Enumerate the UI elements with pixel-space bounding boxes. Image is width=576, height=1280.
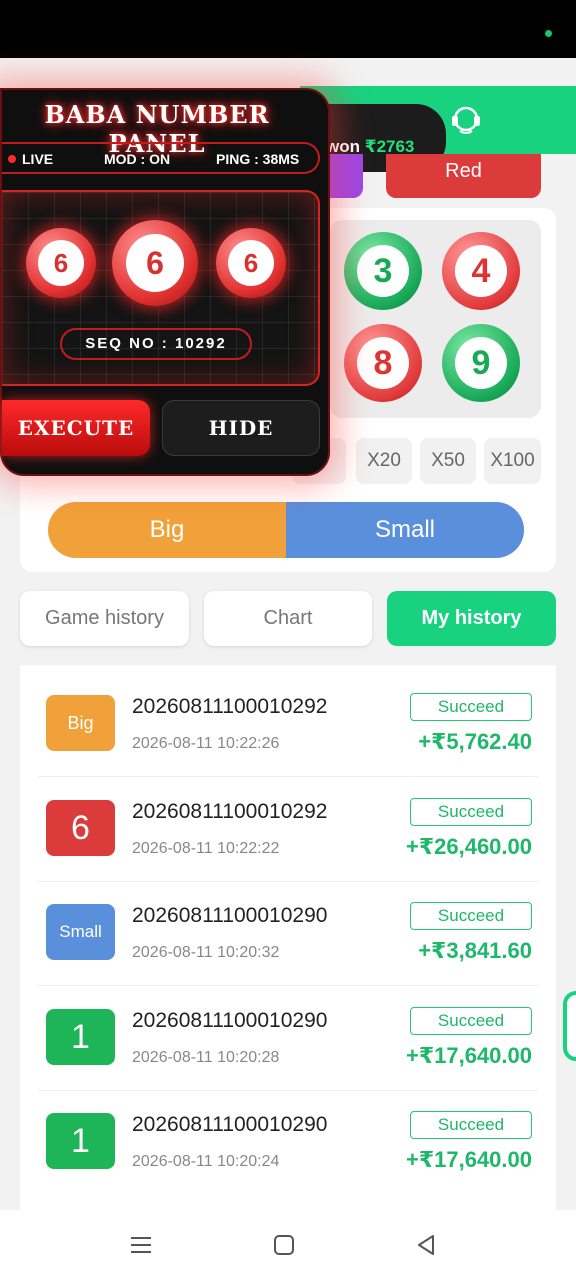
history-row[interactable]: Small 20260811100010290 2026-08-11 10:20… [38, 882, 538, 986]
mod-status: MOD : ON [104, 151, 171, 167]
ping-status: PING : 38MS [216, 151, 300, 167]
sequence-number: SEQ NO : 10292 [60, 328, 252, 360]
prediction-ball: 6 [26, 228, 96, 298]
floating-action-button[interactable] [563, 991, 576, 1061]
number-ball-3[interactable]: 3 [344, 232, 422, 310]
multiplier-x100[interactable]: X100 [484, 438, 541, 484]
period-number: 20260811100010292 [132, 695, 328, 718]
prediction-number: 6 [126, 234, 184, 292]
execute-button[interactable]: EXECUTE [2, 400, 150, 456]
bet-time: 2026-08-11 10:20:28 [132, 1049, 280, 1066]
prediction-number: 6 [228, 240, 274, 286]
back-icon[interactable] [411, 1230, 441, 1260]
system-navigation-bar [0, 1210, 576, 1280]
win-amount: +₹17,640.00 [405, 1043, 532, 1068]
live-label: LIVE [22, 151, 54, 167]
number-ball-4[interactable]: 4 [442, 232, 520, 310]
history-row[interactable]: 1 20260811100010290 2026-08-11 10:20:28 … [38, 987, 538, 1091]
ball-number: 3 [357, 245, 409, 297]
ball-number: 9 [455, 337, 507, 389]
number-ball-8[interactable]: 8 [344, 324, 422, 402]
small-button[interactable]: Small [286, 502, 524, 558]
multiplier-x20[interactable]: X20 [356, 438, 412, 484]
menu-icon[interactable] [126, 1230, 156, 1260]
status-badge: Succeed [410, 1111, 532, 1139]
result-badge: Big [46, 695, 115, 751]
number-ball-9[interactable]: 9 [442, 324, 520, 402]
period-number: 20260811100010290 [132, 1009, 328, 1032]
tab-game-history[interactable]: Game history [20, 591, 189, 646]
win-amount: +₹5,762.40 [418, 729, 532, 754]
customer-support-icon[interactable] [448, 102, 484, 138]
bet-time: 2026-08-11 10:22:22 [132, 840, 280, 857]
prediction-number: 6 [38, 240, 84, 286]
bet-time: 2026-08-11 10:20:32 [132, 944, 280, 961]
result-badge: 6 [46, 800, 115, 856]
result-badge: 1 [46, 1009, 115, 1065]
win-amount: +₹17,640.00 [405, 1147, 532, 1172]
status-badge: Succeed [410, 1007, 532, 1035]
period-number: 20260811100010292 [132, 800, 328, 823]
result-badge: 1 [46, 1113, 115, 1169]
status-badge: Succeed [410, 693, 532, 721]
bet-time: 2026-08-11 10:20:24 [132, 1153, 280, 1170]
win-amount: +₹26,460.00 [405, 834, 532, 859]
ball-number: 8 [357, 337, 409, 389]
tab-my-history[interactable]: My history [387, 591, 556, 646]
hide-button[interactable]: HIDE [162, 400, 320, 456]
system-status-bar [0, 0, 576, 58]
home-icon[interactable] [269, 1230, 299, 1260]
history-row[interactable]: 1 20260811100010290 2026-08-11 10:20:24 … [38, 1091, 538, 1195]
status-badge: Succeed [410, 902, 532, 930]
period-number: 20260811100010290 [132, 1113, 328, 1136]
history-row[interactable]: Big 20260811100010292 2026-08-11 10:22:2… [38, 673, 538, 777]
my-history-list: Big 20260811100010292 2026-08-11 10:22:2… [20, 665, 556, 1210]
big-button[interactable]: Big [48, 502, 286, 558]
multiplier-x50[interactable]: X50 [420, 438, 476, 484]
history-row[interactable]: 6 20260811100010292 2026-08-11 10:22:22 … [38, 778, 538, 882]
number-balls-panel: 3 4 8 9 [330, 220, 541, 418]
win-amount: +₹3,841.60 [418, 938, 532, 963]
period-number: 20260811100010290 [132, 904, 328, 927]
ball-number: 4 [455, 245, 507, 297]
result-badge: Small [46, 904, 115, 960]
tab-chart[interactable]: Chart [204, 591, 372, 646]
notification-dot-icon [545, 30, 552, 37]
status-badge: Succeed [410, 798, 532, 826]
live-dot-icon [8, 155, 16, 163]
overlay-panel: BABA NUMBER PANEL LIVE MOD : ON PING : 3… [0, 88, 330, 476]
prediction-ball: 6 [216, 228, 286, 298]
prediction-ball: 6 [112, 220, 198, 306]
bet-time: 2026-08-11 10:22:26 [132, 735, 280, 752]
panel-status-strip: LIVE MOD : ON PING : 38MS [2, 142, 320, 174]
big-small-toggle: Big Small [48, 502, 524, 558]
red-button[interactable]: Red [386, 154, 541, 198]
